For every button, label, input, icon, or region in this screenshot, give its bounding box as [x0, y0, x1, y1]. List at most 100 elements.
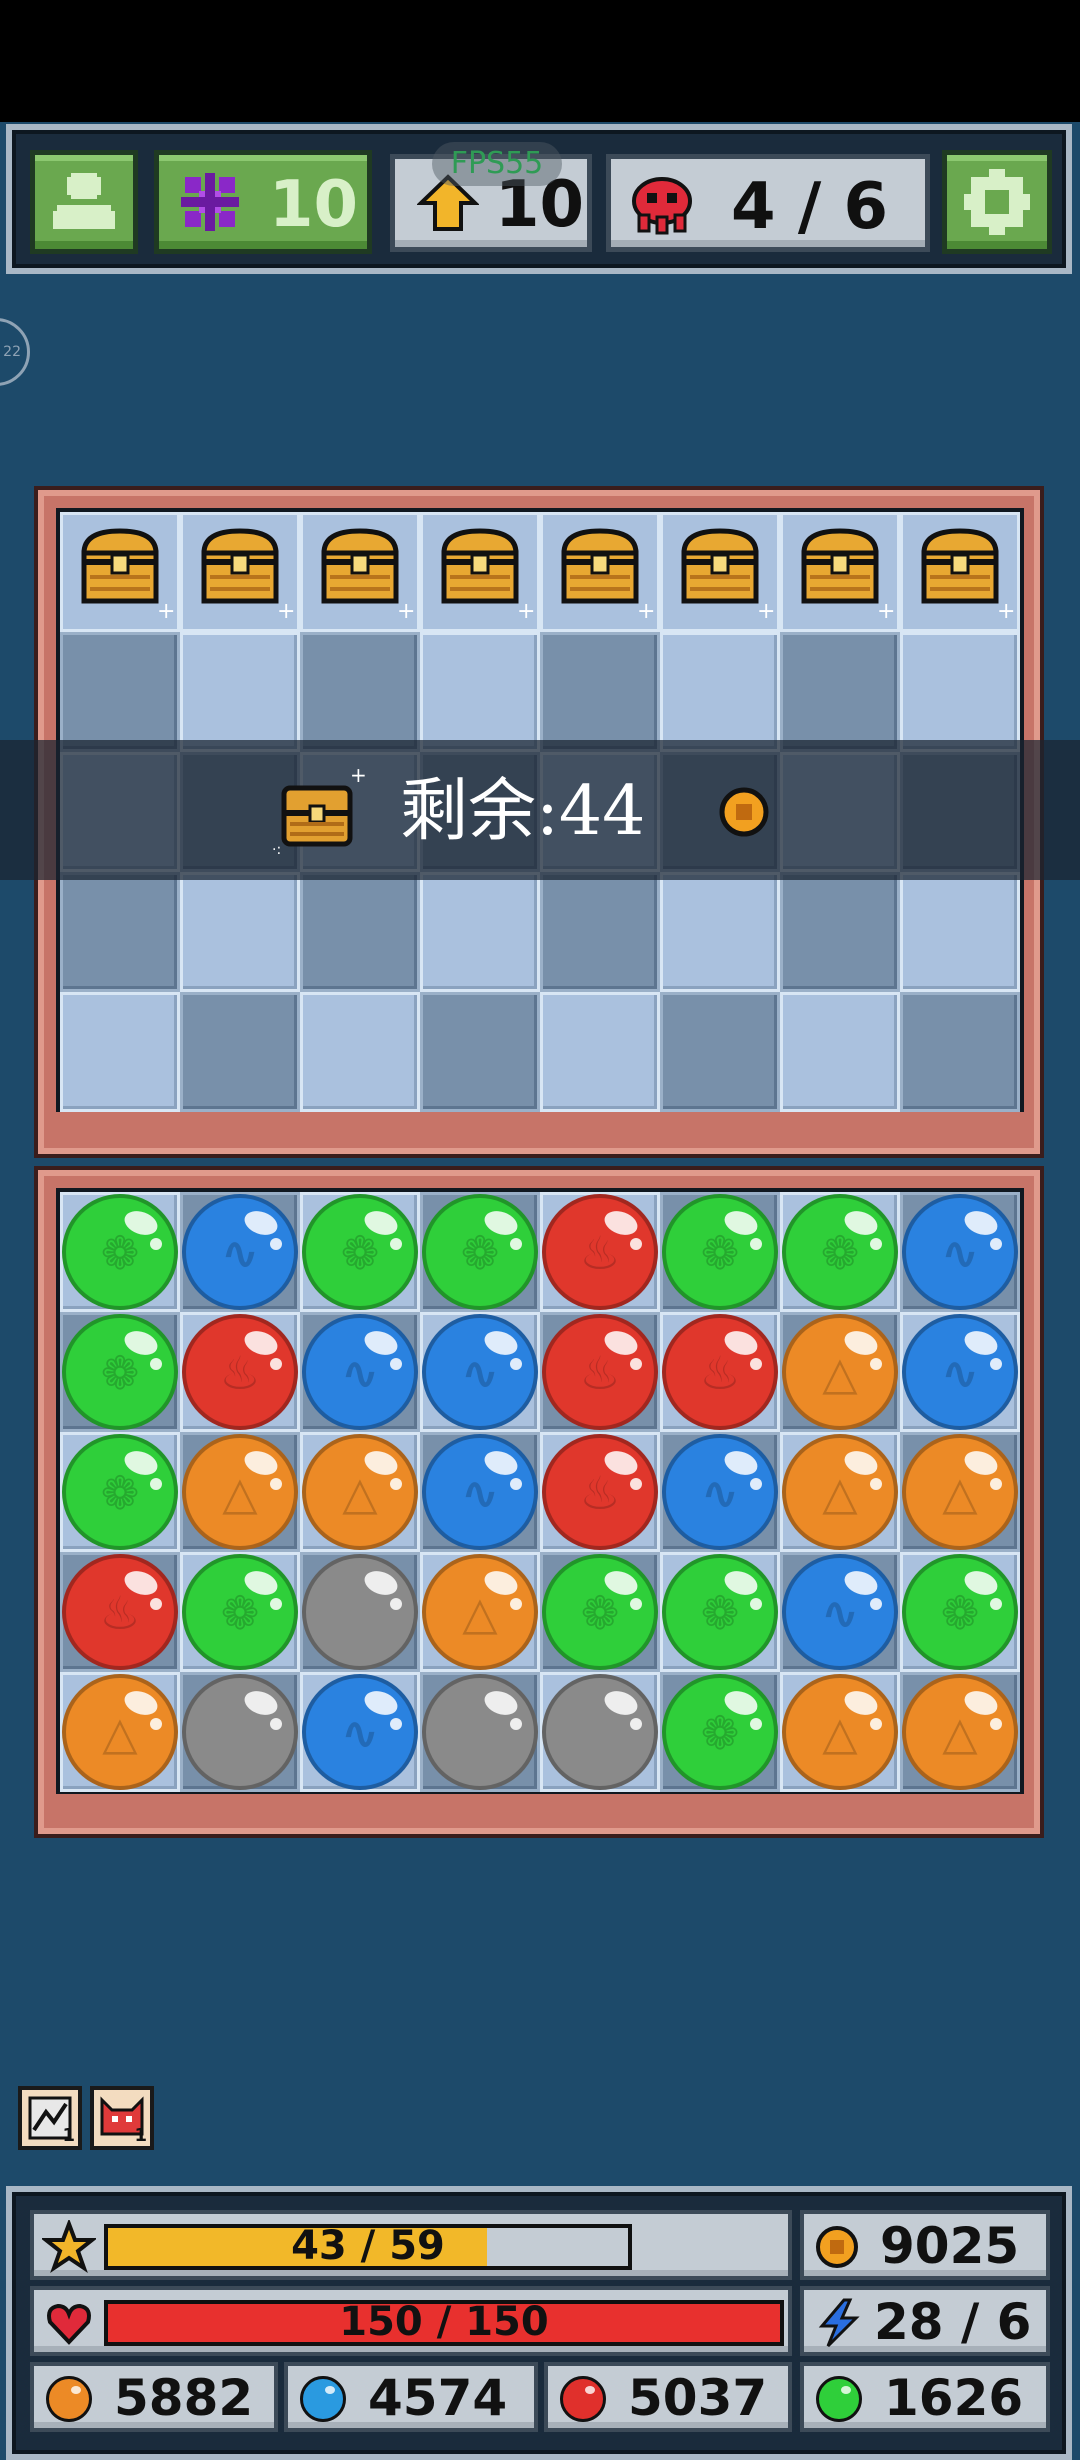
- orb-cell[interactable]: △: [900, 1432, 1020, 1552]
- board-cell[interactable]: [60, 632, 180, 752]
- orb-cell[interactable]: △: [300, 1432, 420, 1552]
- board-cell[interactable]: [60, 992, 180, 1112]
- orb-cell[interactable]: ❁: [540, 1552, 660, 1672]
- inventory-item-cat[interactable]: 1: [90, 2086, 154, 2150]
- board-cell[interactable]: [420, 872, 540, 992]
- orb-cell[interactable]: ∿: [300, 1312, 420, 1432]
- orb-cell[interactable]: ❁: [300, 1192, 420, 1312]
- green-orb[interactable]: ❁: [62, 1314, 178, 1430]
- orb-cell[interactable]: [540, 1672, 660, 1792]
- orb-cell[interactable]: ♨: [540, 1192, 660, 1312]
- orb-cell[interactable]: △: [900, 1672, 1020, 1792]
- board-cell[interactable]: [660, 992, 780, 1112]
- orb-cell[interactable]: ∿: [660, 1432, 780, 1552]
- orb-cell[interactable]: ♨: [540, 1312, 660, 1432]
- orb-cell[interactable]: ❁: [780, 1192, 900, 1312]
- chest-cell[interactable]: +: [900, 512, 1020, 632]
- board-cell[interactable]: [300, 632, 420, 752]
- orb-cell[interactable]: ♨: [60, 1552, 180, 1672]
- green-orb[interactable]: ❁: [782, 1194, 898, 1310]
- chest-cell[interactable]: +: [420, 512, 540, 632]
- board-cell[interactable]: [540, 992, 660, 1112]
- orb-cell[interactable]: △: [780, 1672, 900, 1792]
- orange-orb[interactable]: △: [782, 1434, 898, 1550]
- red-orb[interactable]: ♨: [542, 1194, 658, 1310]
- board-cell[interactable]: [420, 632, 540, 752]
- green-orb[interactable]: ❁: [182, 1554, 298, 1670]
- orange-orb[interactable]: △: [182, 1434, 298, 1550]
- blue-orb[interactable]: ∿: [302, 1314, 418, 1430]
- board-cell[interactable]: [900, 632, 1020, 752]
- board-cell[interactable]: [540, 632, 660, 752]
- orb-cell[interactable]: ∿: [420, 1312, 540, 1432]
- orb-cell[interactable]: △: [60, 1672, 180, 1792]
- green-orb[interactable]: ❁: [302, 1194, 418, 1310]
- blue-orb[interactable]: ∿: [422, 1314, 538, 1430]
- red-orb[interactable]: ♨: [662, 1314, 778, 1430]
- orange-orb[interactable]: △: [782, 1674, 898, 1790]
- inventory-item-map[interactable]: 1: [18, 2086, 82, 2150]
- orb-cell[interactable]: ♨: [540, 1432, 660, 1552]
- orb-cell[interactable]: ❁: [660, 1192, 780, 1312]
- board-cell[interactable]: [780, 992, 900, 1112]
- orb-cell[interactable]: [180, 1672, 300, 1792]
- board-cell[interactable]: [180, 992, 300, 1112]
- board-cell[interactable]: [300, 992, 420, 1112]
- board-cell[interactable]: [900, 992, 1020, 1112]
- board-cell[interactable]: [180, 872, 300, 992]
- board-cell[interactable]: [660, 632, 780, 752]
- blue-orb[interactable]: ∿: [782, 1554, 898, 1670]
- board-cell[interactable]: [660, 872, 780, 992]
- orb-cell[interactable]: △: [420, 1552, 540, 1672]
- blue-orb[interactable]: ∿: [902, 1314, 1018, 1430]
- gray-orb[interactable]: [182, 1674, 298, 1790]
- green-orb[interactable]: ❁: [62, 1434, 178, 1550]
- profile-button[interactable]: [30, 150, 138, 254]
- gray-orb[interactable]: [302, 1554, 418, 1670]
- orb-cell[interactable]: ∿: [180, 1192, 300, 1312]
- settings-button[interactable]: [942, 150, 1052, 254]
- red-orb[interactable]: ♨: [182, 1314, 298, 1430]
- orange-orb[interactable]: △: [902, 1434, 1018, 1550]
- red-orb[interactable]: ♨: [542, 1314, 658, 1430]
- orb-cell[interactable]: ∿: [900, 1192, 1020, 1312]
- chest-cell[interactable]: +: [300, 512, 420, 632]
- board-cell[interactable]: [780, 632, 900, 752]
- board-cell[interactable]: [420, 992, 540, 1112]
- chest-cell[interactable]: +: [540, 512, 660, 632]
- green-orb[interactable]: ❁: [662, 1194, 778, 1310]
- board-cell[interactable]: [540, 872, 660, 992]
- green-orb[interactable]: ❁: [902, 1554, 1018, 1670]
- orb-cell[interactable]: ❁: [420, 1192, 540, 1312]
- orb-cell[interactable]: ∿: [420, 1432, 540, 1552]
- orange-orb[interactable]: △: [782, 1314, 898, 1430]
- orb-cell[interactable]: ∿: [900, 1312, 1020, 1432]
- orb-cell[interactable]: ♨: [180, 1312, 300, 1432]
- orb-cell[interactable]: ❁: [60, 1192, 180, 1312]
- orange-orb[interactable]: △: [62, 1674, 178, 1790]
- red-orb[interactable]: ♨: [62, 1554, 178, 1670]
- orange-orb[interactable]: △: [902, 1674, 1018, 1790]
- orb-cell[interactable]: ❁: [900, 1552, 1020, 1672]
- blue-orb[interactable]: ∿: [182, 1194, 298, 1310]
- chest-cell[interactable]: +: [780, 512, 900, 632]
- orb-cell[interactable]: [420, 1672, 540, 1792]
- green-orb[interactable]: ❁: [662, 1674, 778, 1790]
- chest-cell[interactable]: +: [180, 512, 300, 632]
- orb-cell[interactable]: ∿: [300, 1672, 420, 1792]
- orb-cell[interactable]: △: [180, 1432, 300, 1552]
- gray-orb[interactable]: [422, 1674, 538, 1790]
- blue-orb[interactable]: ∿: [902, 1194, 1018, 1310]
- orange-orb[interactable]: △: [422, 1554, 538, 1670]
- board-cell[interactable]: [60, 872, 180, 992]
- orb-cell[interactable]: ♨: [660, 1312, 780, 1432]
- orb-cell[interactable]: [300, 1552, 420, 1672]
- chest-cell[interactable]: +: [660, 512, 780, 632]
- orb-cell[interactable]: ❁: [60, 1312, 180, 1432]
- orb-cell[interactable]: ❁: [180, 1552, 300, 1672]
- orb-cell[interactable]: △: [780, 1432, 900, 1552]
- shard-counter-button[interactable]: 10: [154, 150, 372, 254]
- board-cell[interactable]: [900, 872, 1020, 992]
- orb-cell[interactable]: ∿: [780, 1552, 900, 1672]
- side-circle-badge[interactable]: 22: [0, 318, 30, 386]
